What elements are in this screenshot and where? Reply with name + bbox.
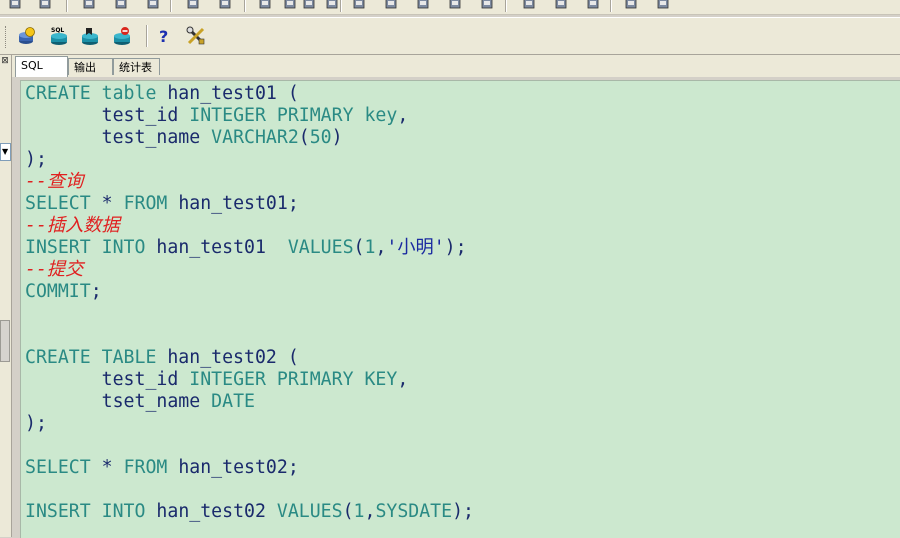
sql-code: CREATE table han_test01 ( test_id INTEGE…: [25, 83, 474, 523]
tab-output[interactable]: 输出: [68, 58, 113, 75]
copy-icon[interactable]: [114, 0, 128, 9]
indent-icon[interactable]: [384, 0, 398, 9]
toolbar-separator: [610, 0, 612, 12]
db-disconnect-icon[interactable]: [112, 26, 132, 46]
edit-icon[interactable]: [352, 0, 366, 9]
lock-disabled-icon[interactable]: [554, 0, 568, 9]
code-line: --查询: [25, 171, 84, 192]
gutter-dropdown[interactable]: ▼: [0, 143, 11, 161]
code-line: --插入数据: [25, 215, 120, 236]
code-line: test_name VARCHAR2(50): [101, 127, 343, 148]
execute-icon[interactable]: [258, 0, 272, 9]
code-line: CREATE table han_test01 (: [25, 83, 299, 104]
editor-tab-bar: SQL 输出 统计表: [12, 55, 900, 77]
code-line: );: [25, 149, 47, 170]
gutter-scrollbar[interactable]: [0, 320, 10, 362]
main-toolbar: SQL ?: [0, 17, 900, 55]
toolbar-grip[interactable]: [5, 26, 9, 48]
toolbar-separator: [244, 0, 246, 12]
toolbar-separator: [505, 0, 507, 12]
sql-icon-label: SQL: [51, 27, 64, 34]
tab-label: 输出: [74, 61, 96, 74]
dropdown-icon[interactable]: [283, 0, 297, 9]
code-line: test_id INTEGER PRIMARY KEY,: [101, 369, 409, 390]
sql-editor[interactable]: CREATE table han_test01 ( test_id INTEGE…: [20, 80, 900, 538]
code-line: --提交: [25, 259, 84, 280]
tab-statistics[interactable]: 统计表: [113, 58, 160, 75]
toolbar-separator: [170, 0, 172, 12]
toolbar-separator: [146, 25, 148, 47]
more-icon[interactable]: [586, 0, 600, 9]
help-icon[interactable]: ?: [154, 26, 174, 46]
code-line: tset_name DATE: [101, 391, 255, 412]
tab-label: 统计表: [119, 61, 152, 74]
cut-icon[interactable]: [82, 0, 96, 9]
tools-icon[interactable]: [186, 26, 206, 46]
unindent-icon[interactable]: [416, 0, 430, 9]
help-icon-label: ?: [159, 27, 168, 46]
code-line: test_id INTEGER PRIMARY key,: [101, 105, 409, 126]
code-line: INSERT INTO han_test01 VALUES(1,'小明');: [25, 237, 467, 258]
db-connect-icon[interactable]: [17, 26, 37, 46]
toolbar-separator: [340, 0, 342, 12]
sql-database-icon[interactable]: SQL: [49, 26, 69, 46]
code-line: COMMIT;: [25, 281, 102, 302]
redo-icon[interactable]: [38, 0, 52, 9]
lock-icon[interactable]: [522, 0, 536, 9]
left-gutter: ⊠ ▼: [0, 55, 12, 537]
tab-sql[interactable]: SQL: [15, 56, 68, 77]
code-line: CREATE TABLE han_test02 (: [25, 347, 299, 368]
paste-icon[interactable]: [146, 0, 160, 9]
tab-label: SQL: [21, 59, 43, 72]
code-line: SELECT * FROM han_test02;: [25, 457, 299, 478]
goto-icon[interactable]: [218, 0, 232, 9]
window-icon[interactable]: [624, 0, 638, 9]
code-line: SELECT * FROM han_test01;: [25, 193, 299, 214]
toolbar-separator: [66, 0, 68, 12]
db-bookmark-icon[interactable]: [80, 26, 100, 46]
top-toolbar: [0, 0, 900, 15]
chevron-down-icon: ▼: [2, 147, 9, 156]
code-line: );: [25, 413, 47, 434]
explain-icon[interactable]: [302, 0, 316, 9]
find-icon[interactable]: [186, 0, 200, 9]
undo-icon[interactable]: [8, 0, 22, 9]
comment-icon[interactable]: [448, 0, 462, 9]
uncomment-icon[interactable]: [480, 0, 494, 9]
close-panel-icon[interactable]: ⊠: [0, 56, 10, 66]
dropdown-icon[interactable]: [325, 0, 339, 9]
tile-icon[interactable]: [656, 0, 670, 9]
code-line: INSERT INTO han_test02 VALUES(1,SYSDATE)…: [25, 501, 474, 522]
